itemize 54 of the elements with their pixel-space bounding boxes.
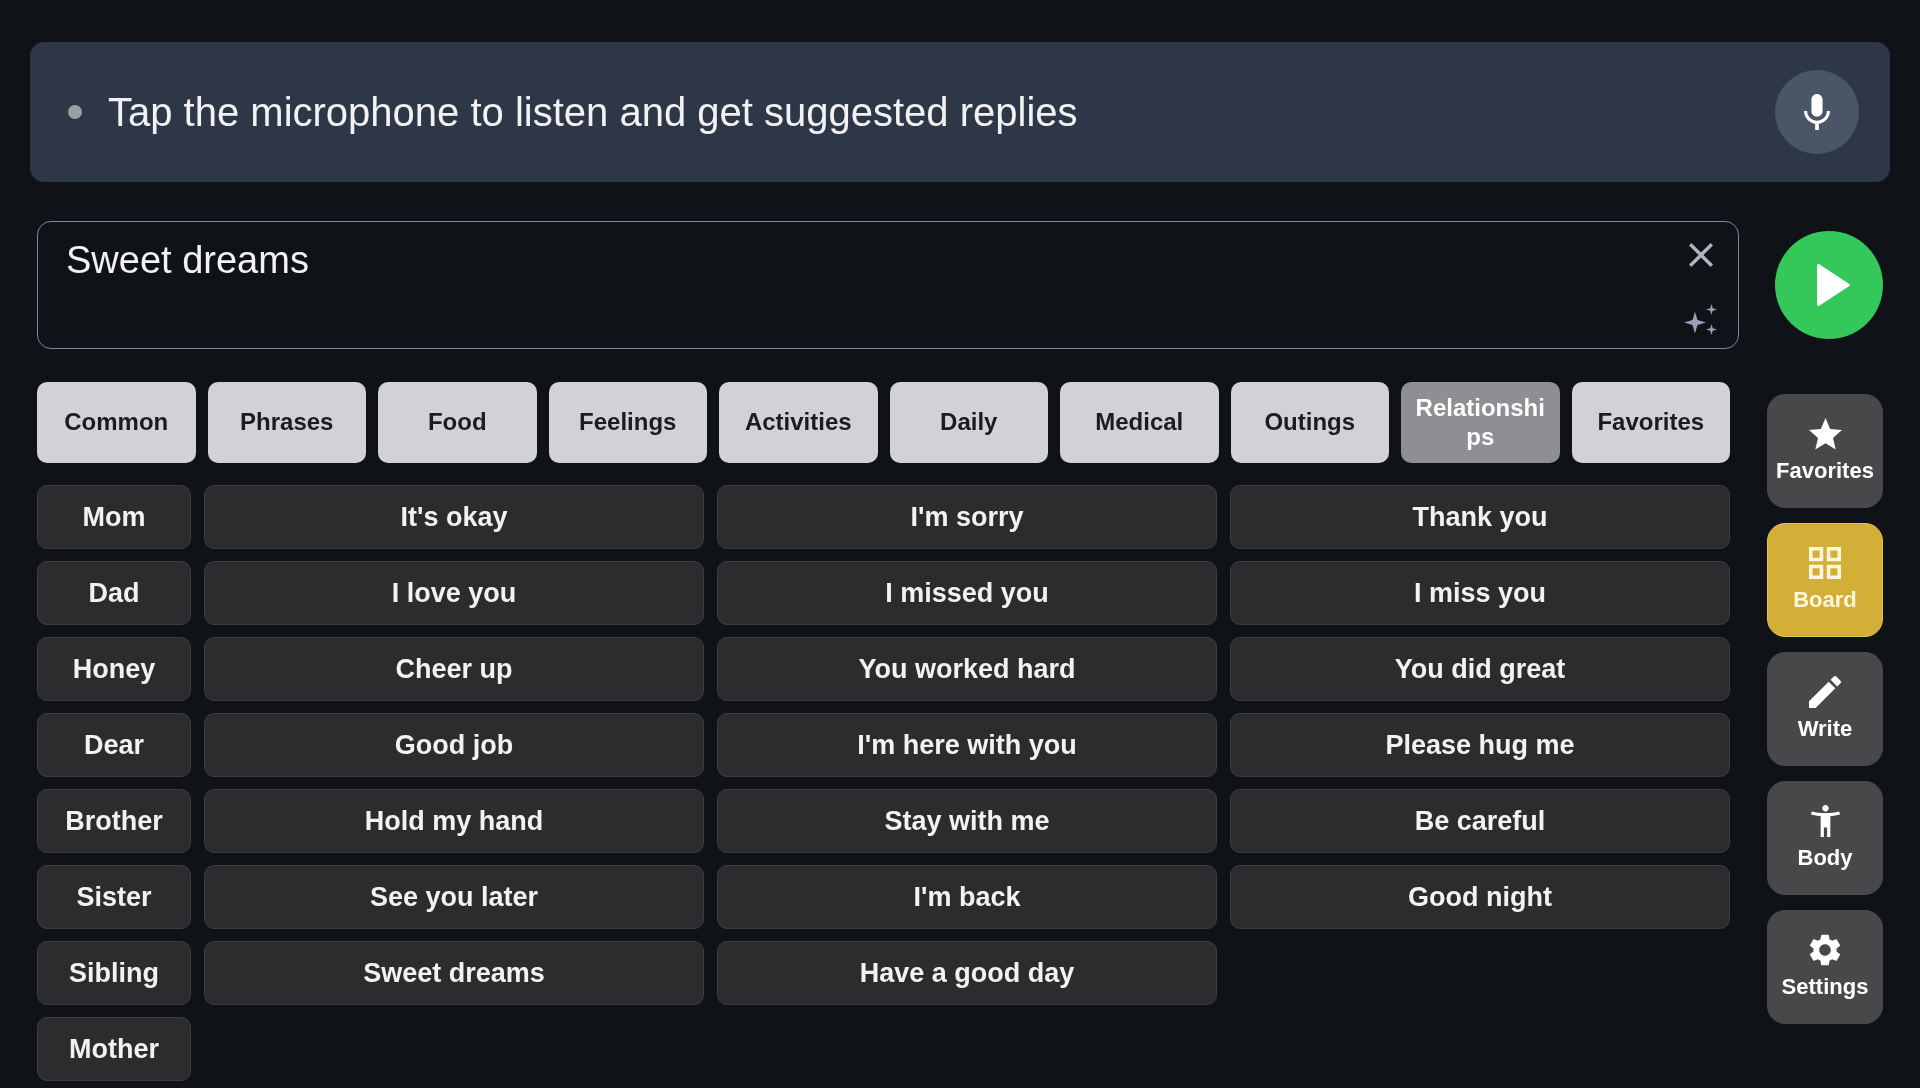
phrase-button[interactable]: I'm back	[717, 865, 1217, 929]
phrase-button[interactable]: You did great	[1230, 637, 1730, 701]
phrase-button[interactable]: Cheer up	[204, 637, 704, 701]
name-button[interactable]: Honey	[37, 637, 191, 701]
person-icon	[1810, 805, 1840, 838]
category-tab[interactable]: Outings	[1230, 382, 1389, 463]
pencil-icon	[1809, 676, 1841, 709]
phrase-button[interactable]: Have a good day	[717, 941, 1217, 1005]
phrase-button[interactable]: Good job	[204, 713, 704, 777]
sparkle-icon	[1684, 304, 1717, 335]
phrase-button[interactable]: Be careful	[1230, 789, 1730, 853]
phrase-button[interactable]: Thank you	[1230, 485, 1730, 549]
name-button[interactable]: Brother	[37, 789, 191, 853]
phrase-button[interactable]: Hold my hand	[204, 789, 704, 853]
phrase-button[interactable]: Sweet dreams	[204, 941, 704, 1005]
microphone-icon	[1804, 94, 1830, 130]
category-tab[interactable]: Feelings	[548, 382, 707, 463]
phrase-button[interactable]: I'm sorry	[717, 485, 1217, 549]
star-icon	[1808, 418, 1842, 451]
category-tab[interactable]: Food	[378, 382, 537, 463]
phrase-button[interactable]: I missed you	[717, 561, 1217, 625]
phrase-button[interactable]: It's okay	[204, 485, 704, 549]
grid-icon	[1809, 547, 1841, 580]
category-tab[interactable]: Common	[37, 382, 196, 463]
banner-message: Tap the microphone to listen and get suggested replies	[108, 89, 1078, 136]
category-tab[interactable]: Activities	[719, 382, 878, 463]
clear-button[interactable]	[1688, 243, 1713, 267]
sidebar-button[interactable]: Favorites	[1767, 394, 1883, 508]
sidebar-button[interactable]: Settings	[1767, 910, 1883, 1024]
phrase-button[interactable]: Stay with me	[717, 789, 1217, 853]
phrase-button[interactable]: Please hug me	[1230, 713, 1730, 777]
phrase-button[interactable]: I miss you	[1230, 561, 1730, 625]
name-button[interactable]: Mom	[37, 485, 191, 549]
name-button[interactable]: Dad	[37, 561, 191, 625]
message-field[interactable]: Sweet dreams	[37, 221, 1739, 349]
category-tab[interactable]: Phrases	[207, 382, 366, 463]
phrase-button[interactable]: You worked hard	[717, 637, 1217, 701]
sidebar-button[interactable]: Body	[1767, 781, 1883, 895]
phrase-button[interactable]: See you later	[204, 865, 704, 929]
name-button[interactable]: Sister	[37, 865, 191, 929]
category-tab[interactable]: Favorites	[1571, 382, 1730, 463]
category-tab[interactable]: Medical	[1060, 382, 1219, 463]
play-icon	[1816, 264, 1850, 306]
name-button[interactable]: Mother	[37, 1017, 191, 1081]
phrase-button[interactable]: I love you	[204, 561, 704, 625]
settings-icon	[1810, 934, 1840, 967]
phrase-button[interactable]: Good night	[1230, 865, 1730, 929]
name-button[interactable]: Sibling	[37, 941, 191, 1005]
category-tab[interactable]: Daily	[889, 382, 1048, 463]
close-icon	[1688, 243, 1713, 267]
phrase-button[interactable]: I'm here with you	[717, 713, 1217, 777]
sidebar-button[interactable]: Write	[1767, 652, 1883, 766]
name-button[interactable]: Dear	[37, 713, 191, 777]
suggest-button[interactable]	[1684, 304, 1717, 335]
